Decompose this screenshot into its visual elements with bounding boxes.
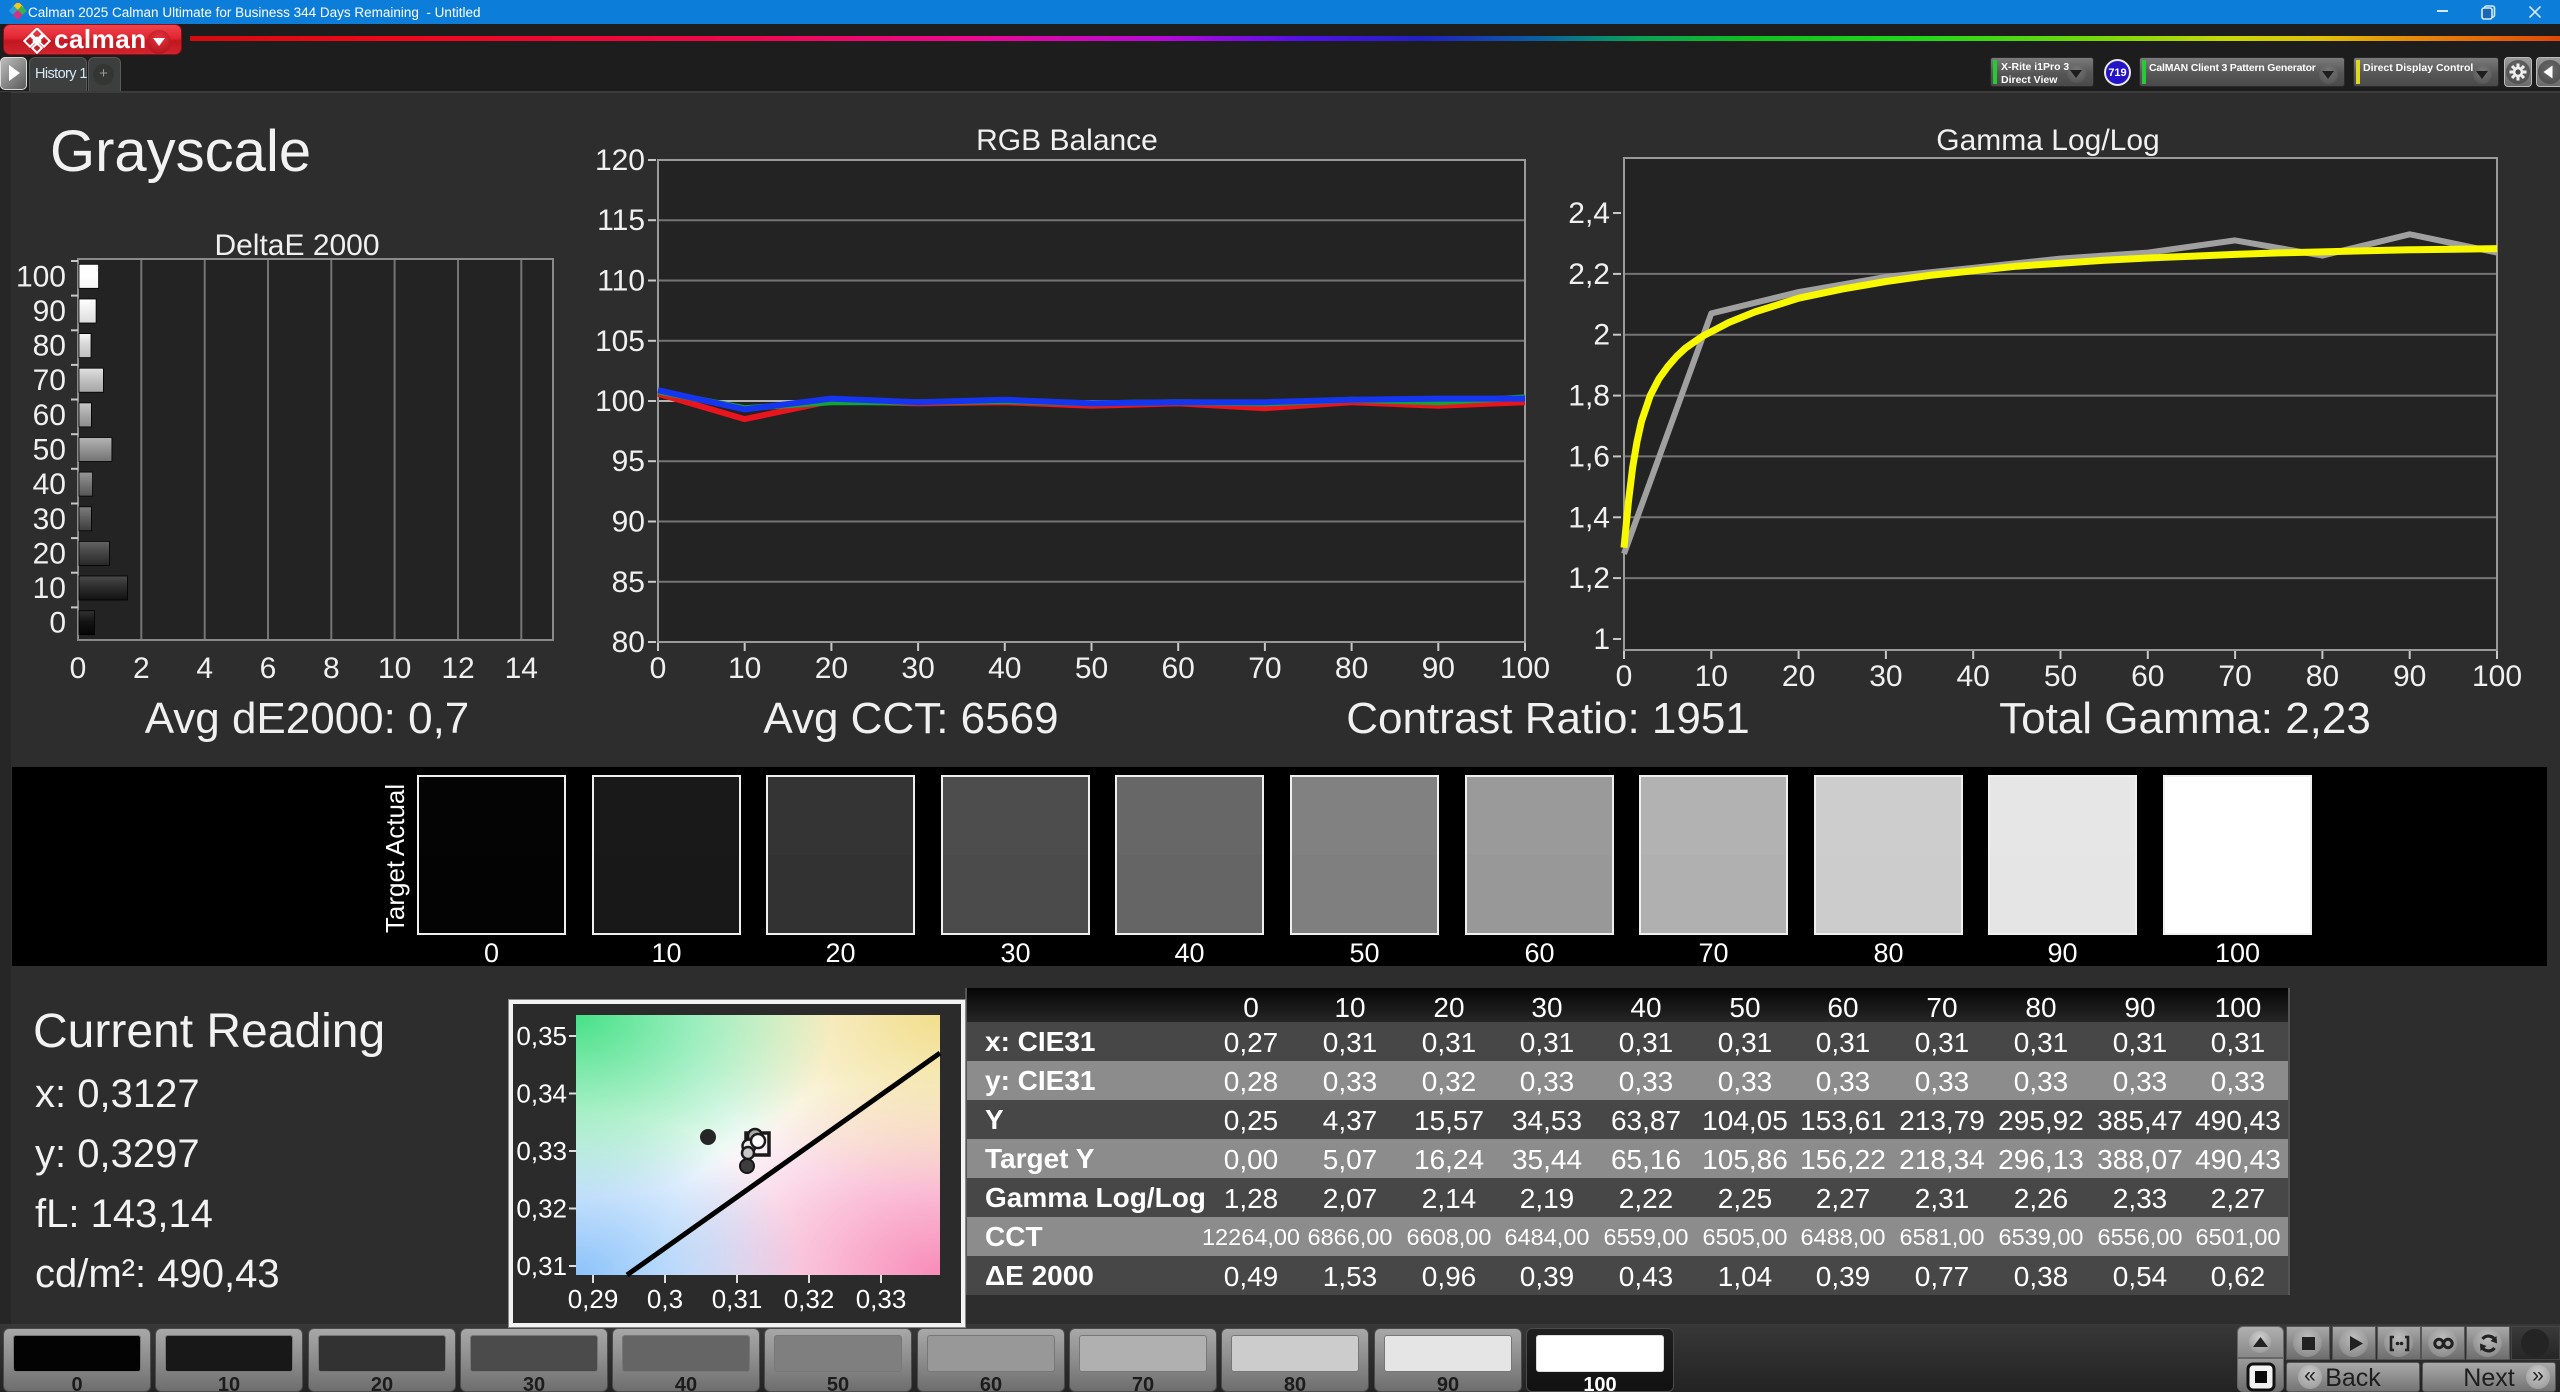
svg-text:30: 30 bbox=[901, 652, 934, 685]
svg-text:100: 100 bbox=[16, 260, 66, 293]
svg-text:2,2: 2,2 bbox=[1568, 258, 1610, 291]
svg-text:1: 1 bbox=[1593, 623, 1610, 656]
svg-text:0,33: 0,33 bbox=[516, 1136, 567, 1166]
svg-text:60: 60 bbox=[2131, 660, 2164, 693]
svg-text:0: 0 bbox=[49, 607, 66, 640]
svg-text:DeltaE 2000: DeltaE 2000 bbox=[214, 229, 379, 262]
svg-text:RGB Balance: RGB Balance bbox=[976, 124, 1158, 157]
svg-text:Avg dE2000: 0,7: Avg dE2000: 0,7 bbox=[145, 694, 470, 743]
svg-text:6: 6 bbox=[260, 652, 277, 685]
svg-text:70: 70 bbox=[33, 364, 66, 397]
svg-text:Actual: Actual bbox=[380, 784, 410, 856]
svg-text:20: 20 bbox=[33, 537, 66, 570]
svg-text:90: 90 bbox=[2393, 660, 2426, 693]
svg-text:20: 20 bbox=[1782, 660, 1815, 693]
svg-text:0: 0 bbox=[70, 652, 87, 685]
svg-text:12: 12 bbox=[441, 652, 474, 685]
svg-text:0: 0 bbox=[650, 652, 667, 685]
svg-text:95: 95 bbox=[612, 445, 645, 478]
svg-text:85: 85 bbox=[612, 566, 645, 599]
svg-text:0,31: 0,31 bbox=[712, 1284, 763, 1314]
svg-text:1,2: 1,2 bbox=[1568, 562, 1610, 595]
svg-text:70: 70 bbox=[1248, 652, 1281, 685]
svg-text:80: 80 bbox=[33, 330, 66, 363]
svg-text:30: 30 bbox=[1869, 660, 1902, 693]
svg-text:8: 8 bbox=[323, 652, 340, 685]
svg-text:90: 90 bbox=[612, 506, 645, 539]
svg-text:60: 60 bbox=[33, 399, 66, 432]
svg-text:50: 50 bbox=[1075, 652, 1108, 685]
svg-text:120: 120 bbox=[595, 144, 645, 177]
svg-text:0,31: 0,31 bbox=[516, 1251, 567, 1281]
svg-text:10: 10 bbox=[378, 652, 411, 685]
svg-text:100: 100 bbox=[2472, 660, 2522, 693]
svg-text:0,29: 0,29 bbox=[568, 1284, 619, 1314]
svg-text:Avg CCT: 6569: Avg CCT: 6569 bbox=[763, 694, 1058, 743]
svg-text:60: 60 bbox=[1162, 652, 1195, 685]
svg-text:90: 90 bbox=[33, 295, 66, 328]
svg-text:50: 50 bbox=[2044, 660, 2077, 693]
svg-text:14: 14 bbox=[505, 652, 538, 685]
svg-text:2,4: 2,4 bbox=[1568, 197, 1610, 230]
svg-text:0,34: 0,34 bbox=[516, 1079, 567, 1109]
svg-text:40: 40 bbox=[1957, 660, 1990, 693]
svg-text:10: 10 bbox=[728, 652, 761, 685]
svg-text:0,32: 0,32 bbox=[516, 1194, 567, 1224]
svg-text:1,4: 1,4 bbox=[1568, 501, 1610, 534]
svg-text:100: 100 bbox=[1500, 652, 1550, 685]
svg-text:0,3: 0,3 bbox=[647, 1284, 683, 1314]
svg-text:100: 100 bbox=[595, 385, 645, 418]
svg-text:40: 40 bbox=[988, 652, 1021, 685]
svg-text:2: 2 bbox=[133, 652, 150, 685]
svg-text:0,32: 0,32 bbox=[784, 1284, 835, 1314]
svg-text:40: 40 bbox=[33, 468, 66, 501]
svg-text:10: 10 bbox=[33, 572, 66, 605]
svg-text:30: 30 bbox=[33, 503, 66, 536]
svg-text:Total Gamma: 2,23: Total Gamma: 2,23 bbox=[1999, 694, 2371, 743]
svg-text:Contrast Ratio: 1951: Contrast Ratio: 1951 bbox=[1346, 694, 1750, 743]
svg-text:20: 20 bbox=[815, 652, 848, 685]
svg-text:1,6: 1,6 bbox=[1568, 440, 1610, 473]
svg-text:0,33: 0,33 bbox=[856, 1284, 907, 1314]
svg-text:90: 90 bbox=[1422, 652, 1455, 685]
svg-text:110: 110 bbox=[597, 265, 645, 298]
svg-text:10: 10 bbox=[1695, 660, 1728, 693]
svg-text:105: 105 bbox=[595, 325, 645, 358]
svg-text:80: 80 bbox=[612, 626, 645, 659]
svg-text:2: 2 bbox=[1593, 319, 1610, 352]
svg-text:0,35: 0,35 bbox=[516, 1021, 567, 1051]
svg-text:0: 0 bbox=[1616, 660, 1633, 693]
svg-text:Target: Target bbox=[380, 860, 410, 933]
svg-text:Gamma Log/Log: Gamma Log/Log bbox=[1936, 124, 2159, 157]
svg-text:4: 4 bbox=[196, 652, 213, 685]
svg-text:80: 80 bbox=[1335, 652, 1368, 685]
svg-text:70: 70 bbox=[2218, 660, 2251, 693]
svg-text:50: 50 bbox=[33, 434, 66, 467]
svg-text:115: 115 bbox=[597, 204, 645, 237]
svg-text:80: 80 bbox=[2306, 660, 2339, 693]
svg-text:1,8: 1,8 bbox=[1568, 380, 1610, 413]
